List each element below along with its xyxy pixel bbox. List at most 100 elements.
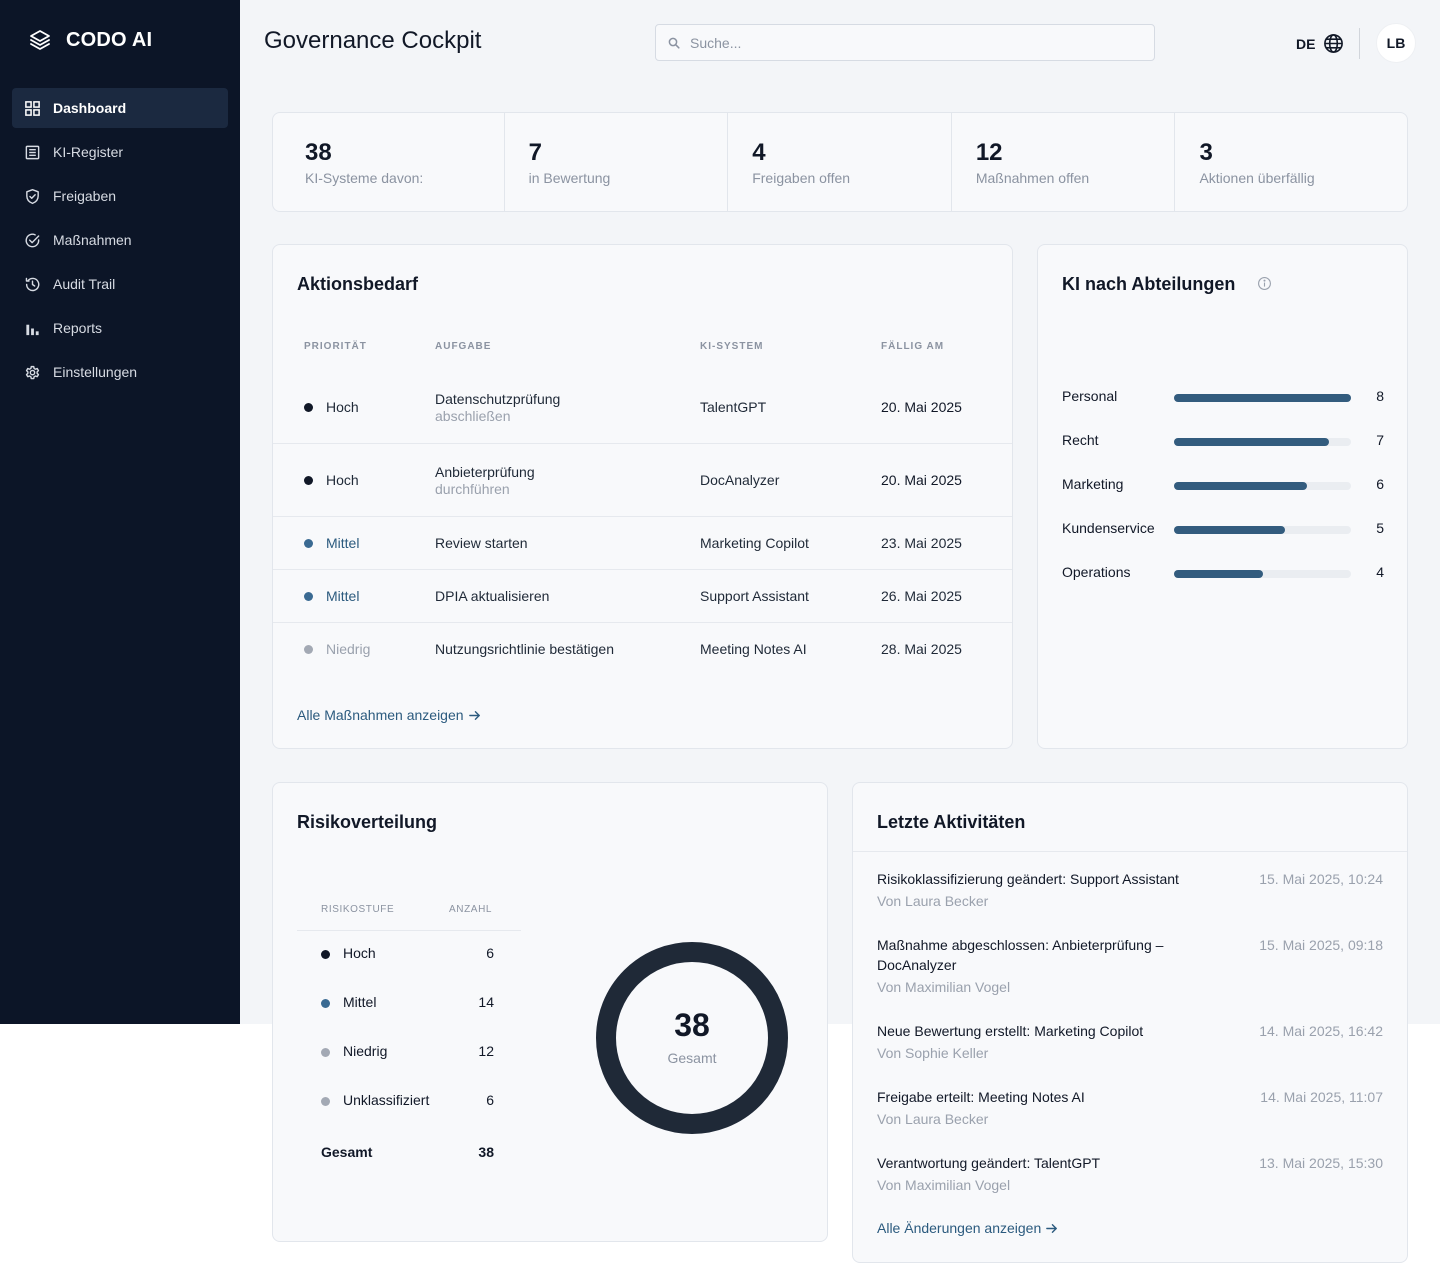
- priority-label: Niedrig: [326, 641, 371, 657]
- department-bar-track: [1174, 482, 1351, 490]
- task-subtitle: durchführen: [435, 481, 510, 497]
- activity-author: Von Laura Becker: [877, 893, 989, 909]
- kpi-freigaben-offen[interactable]: 4 Freigaben offen: [728, 113, 952, 211]
- user-initials: LB: [1386, 35, 1406, 51]
- department-name: Operations: [1062, 564, 1131, 580]
- column-header-risk-level: RISIKOSTUFE: [321, 904, 395, 915]
- system-cell: Support Assistant: [700, 588, 809, 604]
- task-title: DPIA aktualisieren: [435, 588, 550, 604]
- table-row[interactable]: Mittel Review starten Marketing Copilot …: [273, 517, 1012, 570]
- sidebar-item-audit-trail[interactable]: Audit Trail: [12, 264, 228, 304]
- layers-logo-icon: [30, 30, 50, 50]
- system-cell: DocAnalyzer: [700, 472, 780, 488]
- kpi-label: Freigaben offen: [752, 170, 851, 186]
- search-input[interactable]: [690, 34, 1130, 51]
- department-name: Kundenservice: [1062, 520, 1155, 536]
- department-count: 6: [1376, 476, 1384, 492]
- department-bar-track: [1174, 526, 1351, 534]
- department-row: Marketing 6: [1062, 476, 1384, 496]
- table-row[interactable]: Mittel DPIA aktualisieren Support Assist…: [273, 570, 1012, 623]
- language-code: DE: [1296, 35, 1316, 52]
- all-actions-link[interactable]: Alle Maßnahmen anzeigen: [297, 707, 481, 723]
- sidebar-item-dashboard[interactable]: Dashboard: [12, 88, 228, 128]
- risk-row-mittel: Mittel 14: [321, 994, 494, 1014]
- task-cell: Datenschutzprüfung abschließen: [435, 391, 560, 425]
- risk-dot: [321, 1048, 330, 1057]
- sidebar-item-label: Audit Trail: [53, 276, 116, 292]
- task-title: Review starten: [435, 535, 528, 551]
- risk-row-hoch: Hoch 6: [321, 945, 494, 965]
- risk-row-unklassifiziert: Unklassifiziert 6: [321, 1092, 494, 1112]
- department-name: Recht: [1062, 432, 1099, 448]
- activity-title: Freigabe erteilt: Meeting Notes AI: [877, 1089, 1085, 1105]
- risk-dot: [321, 999, 330, 1008]
- activity-time: 14. Mai 2025, 16:42: [1259, 1023, 1383, 1039]
- card-title: Letzte Aktivitäten: [877, 812, 1026, 832]
- priority-dot: [304, 403, 313, 412]
- sidebar-item-einstellungen[interactable]: Einstellungen: [12, 352, 228, 392]
- globe-icon: [1324, 34, 1344, 53]
- activity-title: Maßnahme abgeschlossen: Anbieterprüfung …: [877, 937, 1164, 973]
- kpi-value: 38: [305, 139, 332, 166]
- kpi-label: Aktionen überfällig: [1199, 170, 1315, 186]
- department-bar-track: [1174, 394, 1351, 402]
- activity-author: Von Sophie Keller: [877, 1045, 989, 1061]
- activity-title: Neue Bewertung erstellt: Marketing Copil…: [877, 1023, 1144, 1039]
- card-title: Aktionsbedarf: [297, 274, 419, 294]
- activity-time: 14. Mai 2025, 11:07: [1260, 1089, 1383, 1105]
- risk-label: Niedrig: [343, 1043, 388, 1059]
- kpi-in-bewertung[interactable]: 7 in Bewertung: [505, 113, 729, 211]
- risk-label: Mittel: [343, 994, 377, 1010]
- language-switcher[interactable]: DE: [1296, 33, 1344, 54]
- kpi-summary: 38 KI-Systeme davon: 7 in Bewertung 4 Fr…: [272, 112, 1408, 212]
- risk-dot: [321, 1097, 330, 1106]
- department-row: Personal 8: [1062, 388, 1384, 408]
- departments-card: KI nach Abteilungen Personal 8 Recht 7 Marke…: [1037, 244, 1408, 749]
- department-bar: [1174, 526, 1285, 534]
- department-row: Recht 7: [1062, 432, 1384, 452]
- priority-label: Hoch: [326, 399, 359, 415]
- kpi-aktionen-ueberfaellig[interactable]: 3 Aktionen überfällig: [1175, 113, 1407, 211]
- list-icon: [25, 145, 40, 159]
- risk-count: 12: [478, 1043, 494, 1059]
- table-row[interactable]: Hoch Anbieterprüfung durchführen DocAnal…: [273, 444, 1012, 517]
- activity-item[interactable]: Freigabe erteilt: Meeting Notes AI Von L…: [877, 1087, 1383, 1129]
- activity-author: Von Laura Becker: [877, 1111, 989, 1127]
- recent-activities-card: Letzte Aktivitäten Risikoklassifizierung…: [852, 782, 1408, 1263]
- activity-item[interactable]: Maßnahme abgeschlossen: Anbieterprüfung …: [877, 935, 1383, 997]
- search-icon: [668, 37, 680, 49]
- avatar[interactable]: LB: [1376, 23, 1416, 63]
- sidebar-item-label: Einstellungen: [53, 364, 138, 380]
- kpi-value: 7: [528, 139, 542, 166]
- kpi-value: 4: [752, 139, 766, 166]
- brand[interactable]: CODO AI: [28, 28, 152, 52]
- page-title: Governance Cockpit: [264, 27, 482, 54]
- sidebar-item-ki-register[interactable]: KI-Register: [12, 132, 228, 172]
- search-box[interactable]: [655, 24, 1155, 61]
- kpi-massnahmen-offen[interactable]: 12 Maßnahmen offen: [952, 113, 1176, 211]
- sidebar-item-freigaben[interactable]: Freigaben: [12, 176, 228, 216]
- activity-item[interactable]: Neue Bewertung erstellt: Marketing Copil…: [877, 1021, 1383, 1063]
- priority-dot: [304, 592, 313, 601]
- table-row[interactable]: Hoch Datenschutzprüfung abschließen Tale…: [273, 371, 1012, 444]
- sidebar-item-massnahmen[interactable]: Maßnahmen: [12, 220, 228, 260]
- activity-item[interactable]: Risikoklassifizierung geändert: Support …: [877, 869, 1383, 911]
- due-date: 28. Mai 2025: [881, 641, 962, 657]
- card-divider: [853, 851, 1407, 852]
- priority-dot: [304, 476, 313, 485]
- kpi-ki-systeme[interactable]: 38 KI-Systeme davon:: [273, 113, 505, 211]
- sidebar-item-label: Dashboard: [53, 100, 127, 116]
- task-title: Anbieterprüfung: [435, 464, 535, 480]
- all-changes-link[interactable]: Alle Änderungen anzeigen: [877, 1220, 1058, 1236]
- info-icon[interactable]: [1257, 276, 1272, 291]
- action-required-card: Aktionsbedarf PRIORITÄT AUFGABE KI-SYSTE…: [272, 244, 1013, 749]
- risk-distribution-card: Risikoverteilung RISIKOSTUFE ANZAHL Hoch…: [272, 782, 828, 1242]
- sidebar-item-reports[interactable]: Reports: [12, 308, 228, 348]
- system-cell: Marketing Copilot: [700, 535, 809, 551]
- brand-name: CODO AI: [66, 28, 153, 51]
- link-label: Alle Maßnahmen anzeigen: [297, 707, 464, 723]
- activity-title: Risikoklassifizierung geändert: Support …: [877, 871, 1179, 887]
- table-row[interactable]: Niedrig Nutzungsrichtlinie bestätigen Me…: [273, 623, 1012, 676]
- priority-label: Mittel: [326, 535, 360, 551]
- activity-item[interactable]: Verantwortung geändert: TalentGPT Von Ma…: [877, 1153, 1383, 1195]
